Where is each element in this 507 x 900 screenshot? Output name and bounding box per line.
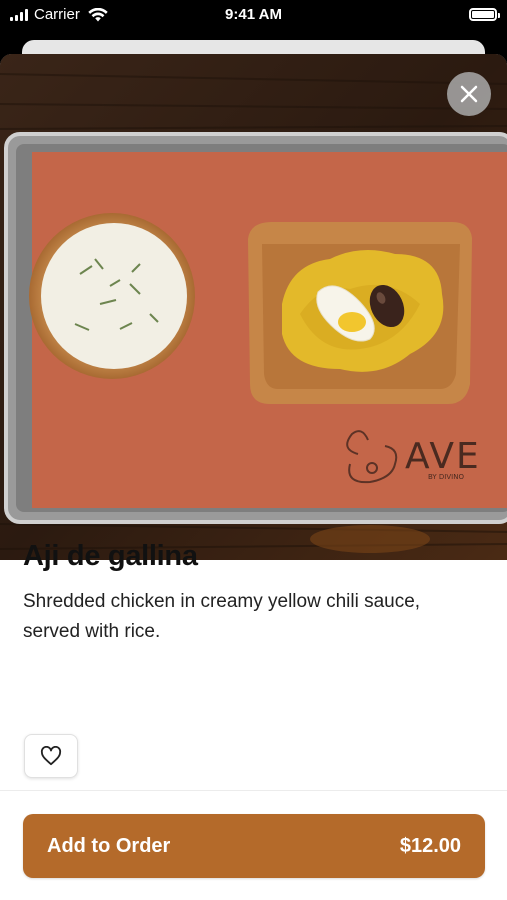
add-to-order-label: Add to Order xyxy=(47,834,171,857)
dish-photo: AVE BY DIVINO xyxy=(0,54,507,560)
battery-icon xyxy=(469,8,500,21)
dish-info: Aji de gallina Shredded chicken in cream… xyxy=(23,540,483,647)
close-button[interactable] xyxy=(447,72,491,116)
tray-logo-subtext: BY DIVINO xyxy=(428,473,464,481)
dish-photo-illustration: AVE BY DIVINO xyxy=(0,54,507,560)
tray-logo: AVE xyxy=(405,436,481,477)
dish-description: Shredded chicken in creamy yellow chili … xyxy=(23,591,421,642)
status-time: 9:41 AM xyxy=(225,6,282,23)
order-price: $12.00 xyxy=(399,834,461,857)
heart-outline-icon xyxy=(40,746,62,766)
dish-title: Aji de gallina xyxy=(23,540,198,572)
close-icon xyxy=(460,85,478,103)
phone-screen: Carrier 9:41 AM AVE BY DIVINO Aji de gal… xyxy=(0,0,507,900)
status-bar: Carrier 9:41 AM xyxy=(0,0,507,30)
footer-divider xyxy=(0,790,507,791)
add-to-order-button[interactable]: Add to Order $12.00 xyxy=(23,814,485,878)
favorite-button[interactable] xyxy=(24,734,78,778)
